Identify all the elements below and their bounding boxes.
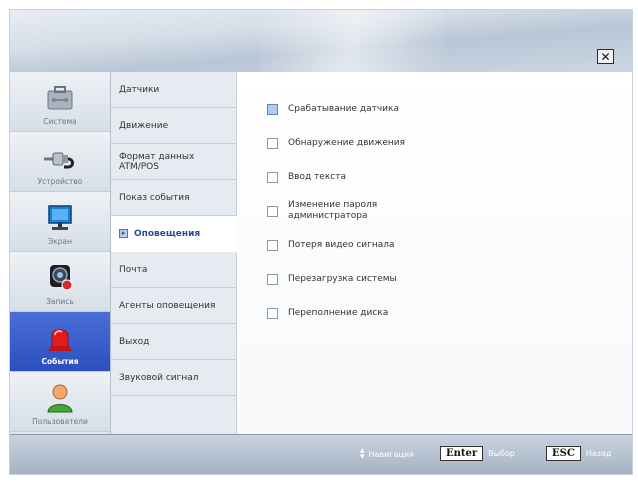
- selected-indicator-icon: ▸: [119, 229, 128, 238]
- option-video-loss[interactable]: Потеря видео сигнала: [237, 228, 632, 262]
- settings-window: ✕ Система Устройство Экран Запись Событи…: [9, 9, 633, 475]
- submenu-item-label: Оповещения: [134, 228, 201, 239]
- sidebar-item-label: Система: [43, 117, 77, 126]
- enter-hint-label: Выбор: [488, 449, 515, 458]
- user-icon: [47, 384, 73, 413]
- option-system-reboot[interactable]: Перезагрузка системы: [237, 262, 632, 296]
- close-button[interactable]: ✕: [597, 49, 614, 64]
- submenu-item-label: Агенты оповещения: [119, 300, 216, 311]
- esc-hint-label: Назад: [585, 449, 612, 458]
- option-sensor-trigger[interactable]: Срабатывание датчика: [237, 92, 632, 126]
- submenu-item-label: Выход: [119, 336, 150, 347]
- video-loss-checkbox[interactable]: [267, 239, 278, 251]
- sidebar-item-events[interactable]: События: [10, 312, 110, 372]
- submenu-item-label: Почта: [119, 264, 148, 275]
- monitor-icon: [48, 205, 72, 230]
- sidebar-item-label: Устройство: [37, 177, 83, 186]
- footer-hint-bar: ▴ ▾ Навигация Enter Выбор ESC Назад: [10, 434, 632, 474]
- option-disk-full[interactable]: Переполнение диска: [237, 296, 632, 330]
- option-label: Потеря видео сигнала: [288, 239, 395, 250]
- title-bar: ✕: [10, 10, 632, 72]
- nav-hint: ▴ ▾ Навигация: [360, 446, 414, 462]
- sidebar-item-device[interactable]: Устройство: [10, 132, 110, 192]
- sidebar-item-label: События: [41, 357, 79, 366]
- submenu-item-sensors[interactable]: Датчики: [111, 72, 236, 108]
- submenu-item-mail[interactable]: Почта: [111, 252, 236, 288]
- submenu-item-notifications[interactable]: ▸ Оповещения: [111, 216, 237, 252]
- submenu-item-atm-pos[interactable]: Формат данных ATM/POS: [111, 144, 236, 180]
- notification-options-panel: Срабатывание датчика Обнаружение движени…: [237, 72, 632, 434]
- submenu-item-label: Формат данных ATM/POS: [119, 151, 195, 172]
- submenu-item-label: Показ события: [119, 192, 190, 203]
- cable-plug-icon: [44, 152, 74, 169]
- option-label: Изменение пароля администратора: [288, 200, 378, 221]
- motion-detection-checkbox[interactable]: [267, 137, 278, 149]
- sidebar-item-system[interactable]: Система: [10, 72, 110, 132]
- submenu-item-motion[interactable]: Движение: [111, 108, 236, 144]
- sidebar-item-users[interactable]: Пользователи: [10, 372, 110, 432]
- system-reboot-checkbox[interactable]: [267, 273, 278, 285]
- option-label: Переполнение диска: [288, 307, 389, 318]
- submenu-item-output[interactable]: Выход: [111, 324, 236, 360]
- event-submenu: Датчики Движение Формат данных ATM/POS П…: [111, 72, 237, 434]
- option-label: Ввод текста: [288, 171, 346, 182]
- submenu-item-alert-agents[interactable]: Агенты оповещения: [111, 288, 236, 324]
- sidebar-item-label: Экран: [47, 237, 73, 246]
- toolbox-icon: [47, 86, 73, 110]
- option-text-input[interactable]: Ввод текста: [237, 160, 632, 194]
- esc-key-badge: ESC: [546, 446, 581, 461]
- option-admin-password-change[interactable]: Изменение пароля администратора: [237, 194, 632, 228]
- submenu-item-label: Звуковой сигнал: [119, 372, 199, 383]
- close-icon: ✕: [600, 49, 611, 64]
- option-label: Срабатывание датчика: [288, 103, 399, 114]
- submenu-item-label: Датчики: [119, 84, 160, 95]
- option-label: Обнаружение движения: [288, 137, 406, 148]
- category-sidebar: Система Устройство Экран Запись События …: [10, 72, 111, 434]
- enter-key-badge: Enter: [440, 446, 484, 461]
- submenu-item-event-display[interactable]: Показ события: [111, 180, 236, 216]
- sensor-trigger-checkbox[interactable]: [267, 103, 278, 115]
- submenu-item-buzzer[interactable]: Звуковой сигнал: [111, 360, 236, 396]
- option-label: Перезагрузка системы: [288, 273, 397, 284]
- sidebar-item-label: Запись: [46, 297, 74, 306]
- option-motion-detection[interactable]: Обнаружение движения: [237, 126, 632, 160]
- record-camera-icon: [50, 265, 73, 291]
- up-down-arrows-icon: ▴ ▾: [360, 446, 365, 462]
- esc-hint: ESC Назад: [546, 446, 611, 461]
- sidebar-item-record[interactable]: Запись: [10, 252, 110, 312]
- sidebar-item-screen[interactable]: Экран: [10, 192, 110, 252]
- disk-full-checkbox[interactable]: [267, 307, 278, 319]
- enter-hint: Enter Выбор: [440, 446, 515, 461]
- text-input-checkbox[interactable]: [267, 171, 278, 183]
- submenu-item-label: Движение: [119, 120, 169, 131]
- sidebar-item-label: Пользователи: [32, 417, 88, 426]
- alarm-siren-icon: [49, 329, 71, 351]
- admin-password-change-checkbox[interactable]: [267, 205, 278, 217]
- nav-hint-label: Навигация: [368, 449, 414, 459]
